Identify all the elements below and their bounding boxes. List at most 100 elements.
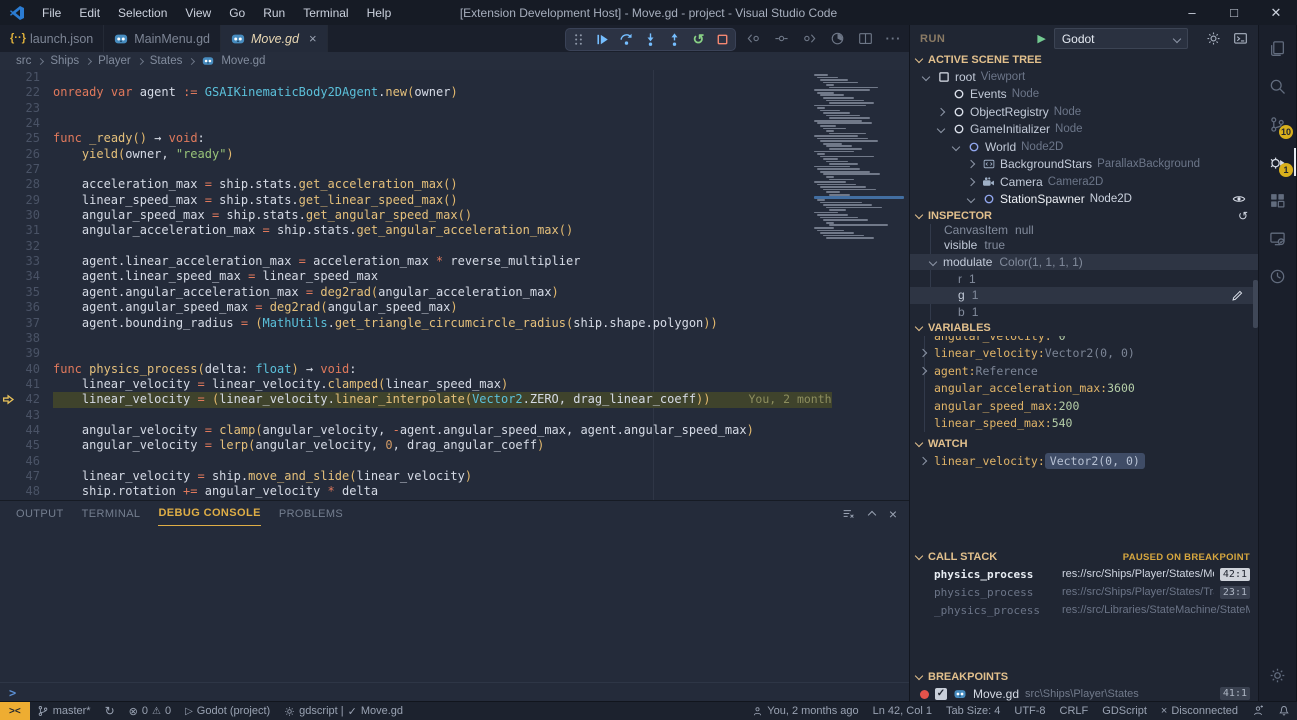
nav-forward-icon[interactable]	[802, 31, 817, 46]
menu-run[interactable]: Run	[254, 0, 294, 25]
tab-move-gd[interactable]: Move.gd×	[221, 25, 328, 52]
close-panel-icon[interactable]: ×	[889, 506, 897, 522]
scene-node-camera[interactable]: CameraCamera2D	[910, 173, 1258, 191]
clear-console-icon[interactable]	[842, 507, 855, 520]
breadcrumb-item[interactable]: Player	[98, 55, 131, 67]
chevron-right-icon[interactable]	[919, 366, 927, 374]
inspector-prop-visible[interactable]: visibletrue	[910, 237, 1258, 254]
line-number[interactable]: 37	[0, 316, 53, 331]
breakpoint-checkbox[interactable]: ✓	[935, 688, 947, 700]
scene-node-objectregistry[interactable]: ObjectRegistryNode	[910, 103, 1258, 121]
breadcrumb-file[interactable]: Move.gd	[221, 55, 265, 67]
section-variables[interactable]: VARIABLES	[910, 320, 1258, 336]
scene-node-root[interactable]: rootViewport	[910, 68, 1258, 86]
line-number[interactable]: 47	[0, 469, 53, 484]
remote-monitor-activity-icon[interactable]	[1259, 219, 1296, 257]
refresh-inspector-icon[interactable]: ↺	[1238, 209, 1248, 223]
line-number[interactable]: 29	[0, 193, 53, 208]
chevron-right-icon[interactable]	[937, 108, 945, 116]
inspector-prop-g[interactable]: g1	[910, 287, 1258, 304]
line-number[interactable]: 33	[0, 254, 53, 269]
search-activity-icon[interactable]	[1259, 67, 1296, 105]
tab-launch-json[interactable]: {··}launch.json	[0, 25, 104, 52]
line-number[interactable]: 25	[0, 131, 53, 146]
indentation[interactable]: Tab Size: 4	[939, 702, 1007, 720]
code-editor[interactable]: 2122onready var agent := GSAIKinematicBo…	[0, 70, 909, 500]
line-number[interactable]: 27	[0, 162, 53, 177]
chevron-right-icon[interactable]	[967, 160, 975, 168]
run-task[interactable]: ▷Godot (project)	[178, 702, 277, 720]
breakpoint-icon[interactable]	[2, 378, 15, 391]
section-watch[interactable]: WATCH	[910, 436, 1258, 452]
scene-node-stationspawner[interactable]: StationSpawnerNode2D	[910, 191, 1258, 209]
menu-edit[interactable]: Edit	[70, 0, 109, 25]
section-call-stack[interactable]: CALL STACK PAUSED ON BREAKPOINT	[910, 549, 1258, 565]
menu-file[interactable]: File	[33, 0, 70, 25]
problems[interactable]: ⊗0⚠0	[122, 702, 178, 720]
inspector-prop-canvasitem[interactable]: CanvasItemnull	[910, 224, 1258, 237]
sync-changes[interactable]: ↻	[98, 702, 122, 720]
line-number[interactable]: 34	[0, 269, 53, 284]
line-number[interactable]: 45	[0, 438, 53, 453]
variable-angular_acceleration_max[interactable]: angular_acceleration_max: 3600	[910, 379, 1258, 397]
continue-button[interactable]	[595, 32, 610, 47]
chevron-down-icon[interactable]	[937, 125, 945, 133]
eye-icon[interactable]	[1232, 192, 1246, 206]
split-editor-icon[interactable]	[858, 31, 873, 46]
scene-node-gameinitializer[interactable]: GameInitializerNode	[910, 121, 1258, 139]
stack-frame[interactable]: physics_processres://src/Ships/Player/St…	[910, 583, 1258, 601]
line-number[interactable]: 46	[0, 454, 53, 469]
variable-angular_speed_max[interactable]: angular_speed_max: 200	[910, 397, 1258, 415]
line-number[interactable]: 35	[0, 285, 53, 300]
variable-linear_speed_max[interactable]: linear_speed_max: 540	[910, 414, 1258, 432]
line-number[interactable]: 24	[0, 116, 53, 131]
step-out-button[interactable]	[667, 32, 682, 47]
language-mode[interactable]: GDScript	[1095, 702, 1154, 720]
remote-indicator[interactable]: ><	[0, 702, 30, 720]
cursor-position[interactable]: Ln 42, Col 1	[866, 702, 939, 720]
settings-gear-icon[interactable]	[1259, 656, 1296, 694]
files-activity-icon[interactable]	[1259, 29, 1296, 67]
line-number[interactable]: 23	[0, 101, 53, 116]
variable-row-clipped[interactable]: angular_velocity: 0	[910, 336, 1258, 344]
start-debug-icon[interactable]: ▶	[1037, 32, 1045, 45]
menu-go[interactable]: Go	[220, 0, 254, 25]
variable-linear_velocity[interactable]: linear_velocity: Vector2(0, 0)	[910, 344, 1258, 362]
line-number[interactable]: 26	[0, 147, 53, 162]
line-number[interactable]: 31	[0, 223, 53, 238]
panel-tab-problems[interactable]: PROBLEMS	[279, 501, 343, 526]
line-number[interactable]: 48	[0, 484, 53, 499]
stack-frame[interactable]: physics_processres://src/Ships/Player/St…	[910, 565, 1258, 583]
git-branch[interactable]: master*	[30, 702, 98, 720]
line-number[interactable]: 40	[0, 362, 53, 377]
nav-location-icon[interactable]	[774, 31, 789, 46]
line-number[interactable]: 32	[0, 239, 53, 254]
pencil-icon[interactable]	[1231, 289, 1244, 302]
section-inspector[interactable]: INSPECTOR ↺	[910, 208, 1258, 224]
maximize-button[interactable]: □	[1213, 0, 1255, 25]
panel-tab-debug-console[interactable]: DEBUG CONSOLE	[158, 501, 260, 526]
breadcrumb-item[interactable]: src	[16, 55, 31, 67]
encoding[interactable]: UTF-8	[1007, 702, 1052, 720]
tab-mainmenu-gd[interactable]: MainMenu.gd	[104, 25, 221, 52]
godot-connection[interactable]: ×Disconnected	[1154, 702, 1245, 720]
chevron-down-icon[interactable]	[967, 195, 975, 203]
step-over-button[interactable]	[619, 32, 634, 47]
chevron-right-icon[interactable]	[967, 178, 975, 186]
line-number[interactable]: 21	[0, 70, 53, 85]
section-breakpoints[interactable]: BREAKPOINTS	[910, 669, 1258, 685]
minimize-button[interactable]: –	[1171, 0, 1213, 25]
line-number[interactable]: 44	[0, 423, 53, 438]
line-number[interactable]: 30	[0, 208, 53, 223]
close-button[interactable]: ✕	[1255, 0, 1297, 25]
line-number[interactable]: 36	[0, 300, 53, 315]
stack-frame[interactable]: _physics_processres://src/Libraries/Stat…	[910, 601, 1258, 619]
notifications[interactable]	[1271, 702, 1297, 720]
variable-agent[interactable]: agent: Reference	[910, 362, 1258, 380]
breakpoint-item[interactable]: ✓Move.gdsrc\Ships\Player\States41:1	[910, 685, 1258, 702]
line-number[interactable]: 22	[0, 85, 53, 100]
breadcrumb-item[interactable]: Ships	[50, 55, 79, 67]
debug-console-icon[interactable]	[1233, 31, 1248, 46]
line-number[interactable]: 43	[0, 408, 53, 423]
watch-linear_velocity[interactable]: linear_velocity: Vector2(0, 0)	[910, 452, 1258, 470]
